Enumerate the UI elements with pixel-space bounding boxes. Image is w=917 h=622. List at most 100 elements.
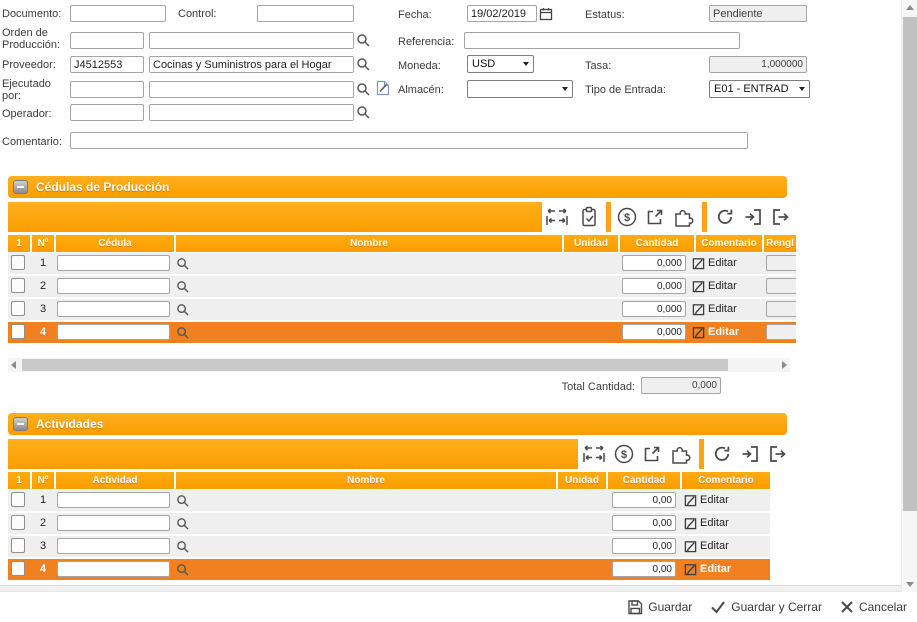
cantidad-input[interactable] xyxy=(612,538,676,554)
cantidad-input[interactable] xyxy=(612,561,676,577)
cantidad-input[interactable] xyxy=(622,278,686,294)
cedula-code-input[interactable] xyxy=(57,255,170,271)
currency-icon[interactable] xyxy=(611,441,637,467)
editar-button[interactable]: Editar xyxy=(692,279,737,293)
orden-name-input[interactable] xyxy=(149,32,354,49)
search-icon[interactable] xyxy=(356,82,370,96)
calendar-icon[interactable] xyxy=(539,7,553,21)
search-icon[interactable] xyxy=(176,280,189,293)
row-number: 4 xyxy=(32,563,54,575)
cedulas-section-title: Cédulas de Producción xyxy=(36,180,169,194)
editar-button[interactable]: Editar xyxy=(684,539,729,553)
editar-button[interactable]: Editar xyxy=(684,493,729,507)
vscrollbar-thumb[interactable] xyxy=(903,17,917,511)
scroll-up-icon[interactable] xyxy=(906,5,914,10)
row-select-checkbox[interactable] xyxy=(11,301,25,316)
row-select-checkbox[interactable] xyxy=(11,538,25,553)
import-icon[interactable] xyxy=(737,441,763,467)
col-header-comentario: Comentario xyxy=(682,472,770,489)
editar-button[interactable]: Editar xyxy=(684,562,731,576)
documento-input[interactable] xyxy=(70,5,166,22)
resize-columns-icon[interactable] xyxy=(544,204,570,230)
search-icon[interactable] xyxy=(356,57,370,71)
search-icon[interactable] xyxy=(176,494,189,507)
row-select-checkbox[interactable] xyxy=(11,492,25,507)
edit-document-icon[interactable] xyxy=(375,80,391,96)
search-icon[interactable] xyxy=(356,105,370,119)
hscrollbar-thumb[interactable] xyxy=(22,359,728,371)
comentario-input[interactable] xyxy=(70,132,748,149)
open-window-icon[interactable] xyxy=(639,441,665,467)
resize-columns-icon[interactable] xyxy=(581,441,607,467)
moneda-selected-value: USD xyxy=(472,58,495,70)
actividad-code-input[interactable] xyxy=(57,492,170,508)
operador-code-input[interactable] xyxy=(70,104,144,121)
actividad-code-input[interactable] xyxy=(57,515,170,531)
actividad-code-input[interactable] xyxy=(57,538,170,554)
collapse-minus-icon[interactable] xyxy=(13,180,28,194)
guardar-button[interactable]: Guardar xyxy=(627,599,692,615)
editar-button[interactable]: Editar xyxy=(692,256,737,270)
cedula-code-input[interactable] xyxy=(57,324,170,340)
orden-code-input[interactable] xyxy=(70,32,144,49)
cantidad-input[interactable] xyxy=(612,492,676,508)
search-icon[interactable] xyxy=(176,517,189,530)
ejecutado-code-input[interactable] xyxy=(70,81,144,98)
row-select-checkbox[interactable] xyxy=(11,324,25,339)
scroll-down-icon[interactable] xyxy=(906,582,914,587)
editar-button[interactable]: Editar xyxy=(692,302,737,316)
import-icon[interactable] xyxy=(740,204,766,230)
cantidad-input[interactable] xyxy=(612,515,676,531)
fecha-input[interactable] xyxy=(467,5,537,22)
export-icon[interactable] xyxy=(765,441,791,467)
editar-button[interactable]: Editar xyxy=(692,325,739,339)
control-input[interactable] xyxy=(257,5,354,22)
refresh-icon[interactable] xyxy=(709,441,735,467)
ejecutado-name-input[interactable] xyxy=(149,81,354,98)
moneda-select[interactable]: USD xyxy=(467,55,534,73)
collapse-minus-icon[interactable] xyxy=(13,417,28,431)
tipo-entrada-select[interactable]: E01 - ENTRAD xyxy=(709,80,810,98)
row-select-checkbox[interactable] xyxy=(11,515,25,530)
almacen-select[interactable] xyxy=(467,80,573,98)
col-header-comentario: Comentario xyxy=(696,235,762,252)
scroll-right-icon[interactable] xyxy=(782,361,787,369)
proveedor-name-input[interactable] xyxy=(149,56,354,73)
cantidad-input[interactable] xyxy=(622,255,686,271)
proveedor-code-input[interactable] xyxy=(70,56,144,73)
search-icon[interactable] xyxy=(176,303,189,316)
row-number: 2 xyxy=(32,280,54,292)
row-select-checkbox[interactable] xyxy=(11,278,25,293)
export-icon[interactable] xyxy=(768,204,794,230)
cantidad-input[interactable] xyxy=(622,301,686,317)
guardar-y-cerrar-button[interactable]: Guardar y Cerrar xyxy=(710,600,822,614)
cedula-code-input[interactable] xyxy=(57,301,170,317)
plugin-icon[interactable] xyxy=(670,204,696,230)
vertical-scrollbar[interactable] xyxy=(901,0,917,592)
row-select-checkbox[interactable] xyxy=(11,561,25,576)
referencia-input[interactable] xyxy=(464,32,740,49)
search-icon[interactable] xyxy=(176,540,189,553)
renglon-input xyxy=(766,255,796,271)
cantidad-input[interactable] xyxy=(622,324,686,340)
search-icon[interactable] xyxy=(176,257,189,270)
editar-label: Editar xyxy=(708,280,737,292)
search-icon[interactable] xyxy=(356,33,370,47)
scroll-left-icon[interactable] xyxy=(11,361,16,369)
open-window-icon[interactable] xyxy=(642,204,668,230)
editar-label: Editar xyxy=(708,257,737,269)
cancelar-button[interactable]: Cancelar xyxy=(840,600,907,614)
actividad-code-input[interactable] xyxy=(57,561,170,577)
search-icon[interactable] xyxy=(176,563,189,576)
cedula-code-input[interactable] xyxy=(57,278,170,294)
cedulas-hscrollbar[interactable] xyxy=(8,358,790,372)
paste-check-icon[interactable] xyxy=(576,204,602,230)
editar-button[interactable]: Editar xyxy=(684,516,729,530)
operador-name-input[interactable] xyxy=(149,104,354,121)
refresh-icon[interactable] xyxy=(712,204,738,230)
currency-icon[interactable] xyxy=(614,204,640,230)
plugin-icon[interactable] xyxy=(667,441,693,467)
editar-label: Editar xyxy=(700,563,731,575)
search-icon[interactable] xyxy=(176,326,189,339)
row-select-checkbox[interactable] xyxy=(11,255,25,270)
